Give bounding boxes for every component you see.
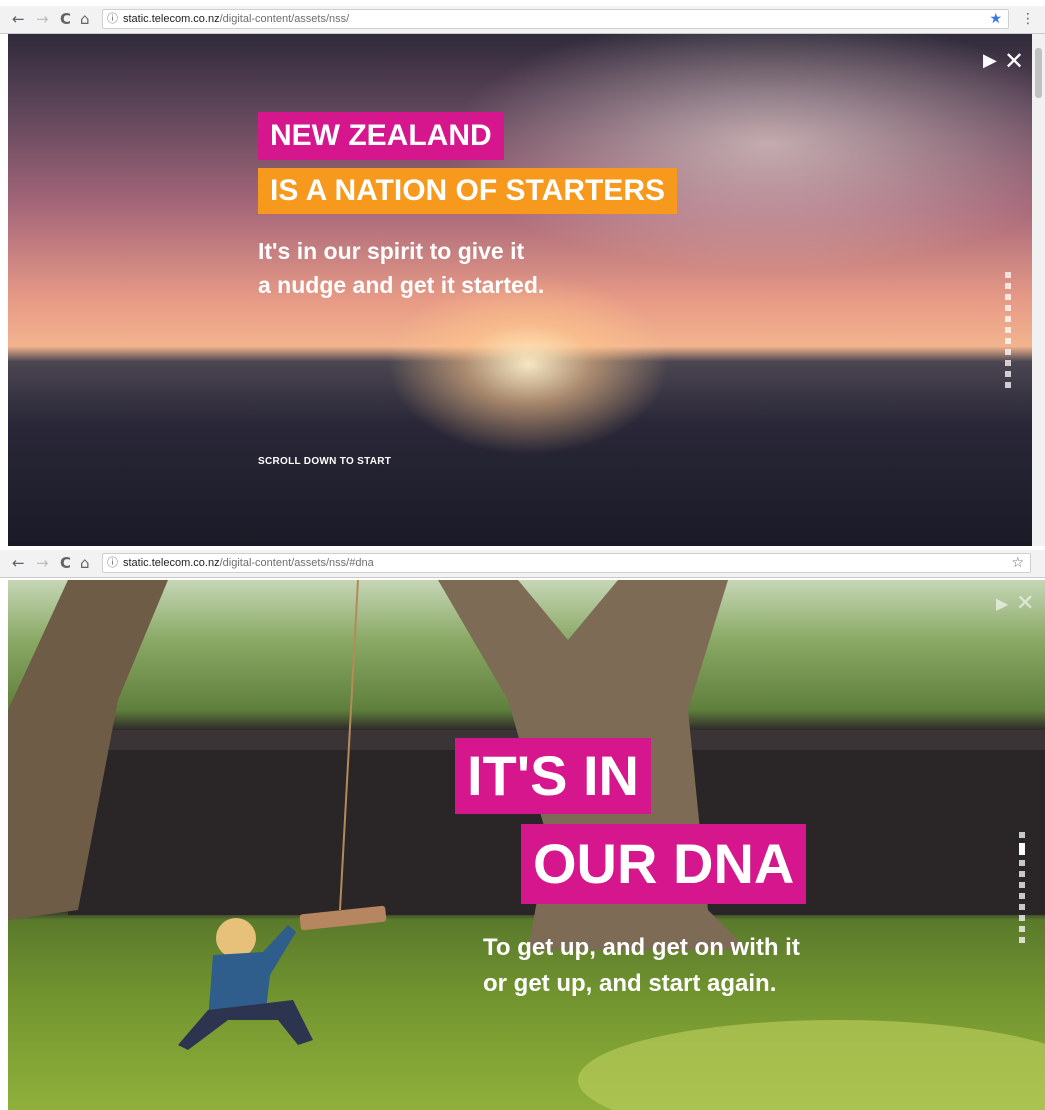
child-head bbox=[216, 918, 256, 958]
child-legs bbox=[178, 1000, 313, 1050]
section-dot[interactable] bbox=[1019, 871, 1025, 877]
hero-subtext: It's in our spirit to give it a nudge an… bbox=[258, 234, 544, 302]
hero-section-starters: NEW ZEALAND IS A NATION OF STARTERS It's… bbox=[8, 34, 1032, 546]
section-dot[interactable] bbox=[1019, 937, 1025, 943]
headline-new-zealand: NEW ZEALAND bbox=[258, 112, 504, 160]
url-host: static.telecom.co.nz bbox=[123, 13, 220, 25]
url-path: /digital-content/assets/nss/ bbox=[219, 13, 350, 25]
sunlit-grass bbox=[578, 1020, 1045, 1110]
section-dot[interactable] bbox=[1019, 915, 1025, 921]
scrollbar-thumb[interactable] bbox=[1035, 48, 1042, 98]
play-icon[interactable]: ▶ bbox=[996, 594, 1008, 613]
bookmark-star-icon[interactable]: ★ bbox=[989, 9, 1002, 29]
section-dot-active[interactable] bbox=[1019, 843, 1025, 855]
back-icon[interactable]: ← bbox=[12, 9, 25, 29]
section-dot[interactable] bbox=[1019, 893, 1025, 899]
section-dot[interactable] bbox=[1005, 316, 1011, 322]
scroll-down-prompt[interactable]: SCROLL DOWN TO START bbox=[258, 456, 391, 467]
hero-subtext: To get up, and get on with it or get up,… bbox=[483, 930, 800, 1002]
home-icon[interactable]: ⌂ bbox=[80, 553, 90, 573]
section-dot[interactable] bbox=[1005, 349, 1011, 355]
section-dot[interactable] bbox=[1005, 283, 1011, 289]
url-text[interactable]: static.telecom.co.nz/digital-content/ass… bbox=[123, 555, 374, 571]
url-host: static.telecom.co.nz bbox=[123, 557, 220, 569]
address-bar[interactable]: ⓘ static.telecom.co.nz/digital-content/a… bbox=[102, 9, 1009, 29]
browser-toolbar-top: ← → C ⌂ ⓘ static.telecom.co.nz/digital-c… bbox=[0, 6, 1045, 34]
hero-subtext-line-2: a nudge and get it started. bbox=[258, 272, 545, 298]
close-icon[interactable]: ✕ bbox=[1004, 47, 1024, 75]
section-dot[interactable] bbox=[1019, 832, 1025, 838]
section-dot[interactable] bbox=[1005, 294, 1011, 300]
section-dot[interactable] bbox=[1005, 371, 1011, 377]
section-dot[interactable] bbox=[1019, 904, 1025, 910]
section-dot[interactable] bbox=[1005, 382, 1011, 388]
home-icon[interactable]: ⌂ bbox=[80, 9, 90, 29]
forward-icon[interactable]: → bbox=[36, 553, 49, 573]
site-info-icon[interactable]: ⓘ bbox=[107, 555, 118, 571]
section-progress-dots[interactable] bbox=[1019, 832, 1025, 943]
headline-our-dna: OUR DNA bbox=[521, 824, 807, 904]
headline-nation-of-starters: IS A NATION OF STARTERS bbox=[258, 168, 677, 214]
section-progress-dots[interactable] bbox=[1005, 272, 1011, 388]
section-dot[interactable] bbox=[1005, 305, 1011, 311]
reload-icon[interactable]: C bbox=[60, 9, 71, 29]
section-dot[interactable] bbox=[1005, 327, 1011, 333]
page-scrollbar[interactable] bbox=[1032, 34, 1045, 546]
section-dot[interactable] bbox=[1005, 272, 1011, 278]
headline-its-in: IT'S IN bbox=[455, 738, 651, 814]
hero-section-dna: IT'S IN OUR DNA To get up, and get on wi… bbox=[8, 580, 1045, 1110]
hero-subtext-line-1: To get up, and get on with it bbox=[483, 934, 800, 961]
section-dot[interactable] bbox=[1019, 860, 1025, 866]
browser-menu-icon[interactable]: ⋮ bbox=[1021, 9, 1035, 29]
site-info-icon[interactable]: ⓘ bbox=[107, 11, 118, 27]
play-icon[interactable]: ▶ bbox=[983, 50, 997, 71]
back-icon[interactable]: ← bbox=[12, 553, 25, 573]
reload-icon[interactable]: C bbox=[60, 553, 71, 573]
address-bar[interactable]: ⓘ static.telecom.co.nz/digital-content/a… bbox=[102, 553, 1031, 573]
section-dot[interactable] bbox=[1005, 338, 1011, 344]
bookmark-star-icon[interactable]: ☆ bbox=[1011, 553, 1024, 573]
section-dot[interactable] bbox=[1019, 882, 1025, 888]
hero-subtext-line-2: or get up, and start again. bbox=[483, 970, 777, 997]
hero-subtext-line-1: It's in our spirit to give it bbox=[258, 238, 525, 264]
section-dot[interactable] bbox=[1005, 360, 1011, 366]
browser-toolbar-bottom: ← → C ⌂ ⓘ static.telecom.co.nz/digital-c… bbox=[0, 550, 1045, 578]
url-path: /digital-content/assets/nss/#dna bbox=[219, 557, 374, 569]
forward-icon[interactable]: → bbox=[36, 9, 49, 29]
close-icon[interactable]: ✕ bbox=[1016, 591, 1034, 616]
url-text[interactable]: static.telecom.co.nz/digital-content/ass… bbox=[123, 11, 349, 27]
section-dot[interactable] bbox=[1019, 926, 1025, 932]
